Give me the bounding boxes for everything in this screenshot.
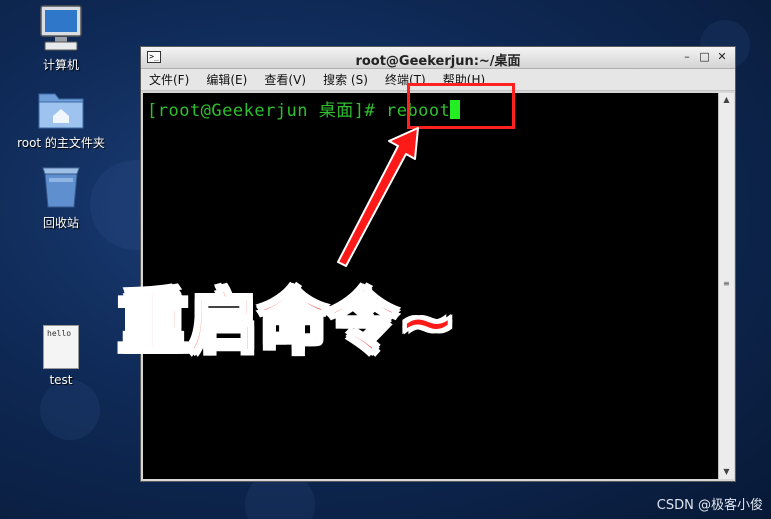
terminal-prompt: [root@Geekerjun 桌面]# bbox=[147, 101, 386, 121]
minimize-button[interactable]: – bbox=[680, 50, 694, 63]
scroll-up-arrow-icon[interactable]: ▲ bbox=[719, 93, 734, 107]
scroll-down-arrow-icon[interactable]: ▼ bbox=[719, 465, 734, 479]
desktop-icon-test-file[interactable]: hello test bbox=[6, 325, 116, 387]
menu-search[interactable]: 搜索 (S) bbox=[323, 69, 368, 91]
trash-icon bbox=[42, 167, 80, 208]
desktop-icon-label: 计算机 bbox=[42, 58, 79, 72]
menu-file[interactable]: 文件(F) bbox=[149, 69, 189, 91]
terminal-scrollbar[interactable]: ▲ ≡ ▼ bbox=[718, 93, 734, 479]
desktop-icon-home-folder[interactable]: root 的主文件夹 bbox=[6, 86, 116, 151]
watermark: CSDN @极客小俊 bbox=[656, 498, 763, 513]
maximize-button[interactable]: □ bbox=[698, 50, 712, 63]
desktop-icon-label: 回收站 bbox=[42, 216, 79, 230]
home-folder-icon bbox=[38, 93, 84, 129]
command-highlight-box bbox=[407, 83, 515, 129]
window-titlebar[interactable]: >_ root@Geekerjun:~/桌面 – □ ✕ bbox=[141, 47, 735, 69]
scroll-thumb-grip-icon[interactable]: ≡ bbox=[723, 279, 730, 288]
close-button[interactable]: ✕ bbox=[715, 50, 729, 63]
desktop-icon-computer[interactable]: 计算机 bbox=[6, 4, 116, 73]
window-title: root@Geekerjun:~/桌面 bbox=[355, 54, 521, 69]
computer-icon bbox=[40, 5, 82, 51]
annotation-caption: 重启命令~ bbox=[117, 281, 459, 364]
menu-view[interactable]: 查看(V) bbox=[264, 69, 306, 91]
text-file-icon: hello bbox=[43, 325, 79, 369]
desktop-icon-label: test bbox=[49, 373, 73, 387]
background-bubble bbox=[40, 380, 100, 440]
menu-edit[interactable]: 编辑(E) bbox=[206, 69, 247, 91]
desktop-icon-trash[interactable]: 回收站 bbox=[6, 164, 116, 231]
file-preview-text: hello bbox=[47, 329, 72, 338]
desktop-icon-label: root 的主文件夹 bbox=[17, 136, 105, 150]
